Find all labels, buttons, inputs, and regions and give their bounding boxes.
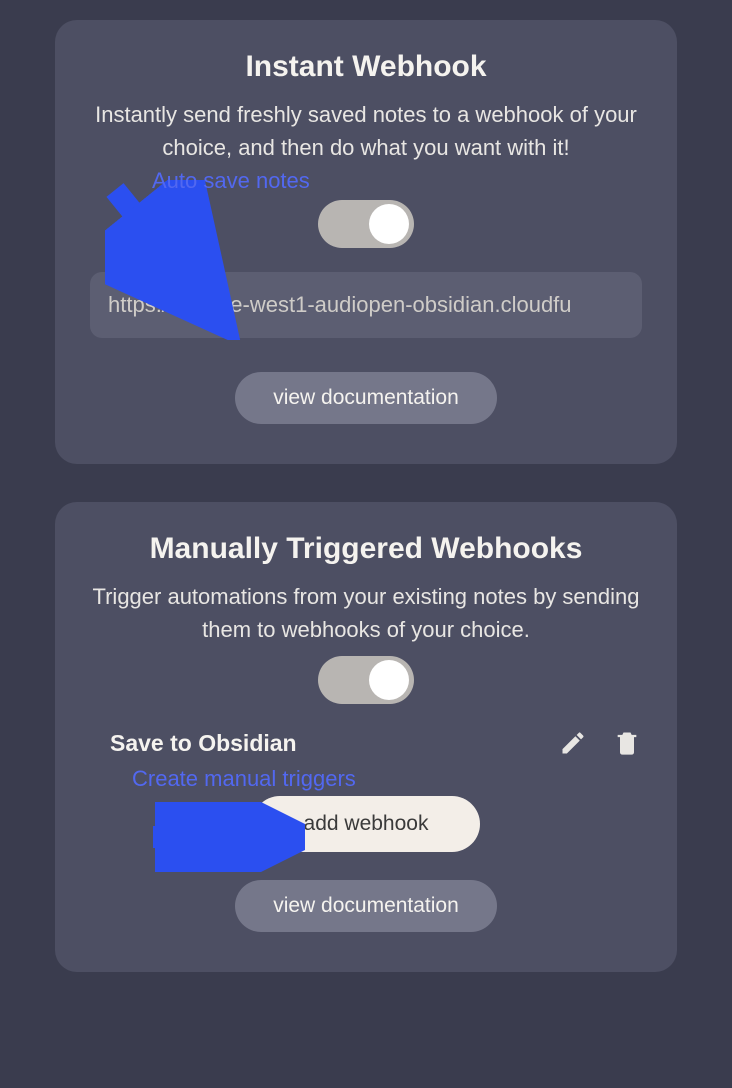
manual-title: Manually Triggered Webhooks	[90, 532, 642, 566]
toggle-knob	[369, 660, 409, 700]
manual-description: Trigger automations from your existing n…	[90, 580, 642, 646]
instant-title: Instant Webhook	[90, 50, 642, 84]
instant-webhook-card: Instant Webhook Instantly send freshly s…	[55, 20, 677, 464]
webhook-list-item: Save to Obsidian	[90, 728, 642, 758]
webhook-name: Save to Obsidian	[110, 730, 297, 757]
instant-description: Instantly send freshly saved notes to a …	[90, 98, 642, 164]
create-triggers-annotation: Create manual triggers	[90, 766, 642, 792]
edit-icon[interactable]	[558, 728, 588, 758]
webhook-actions	[558, 728, 642, 758]
instant-view-docs-button[interactable]: view documentation	[235, 372, 497, 424]
auto-save-annotation: Auto save notes	[90, 168, 642, 194]
delete-icon[interactable]	[612, 728, 642, 758]
manual-view-docs-button[interactable]: view documentation	[235, 880, 497, 932]
manual-webhooks-card: Manually Triggered Webhooks Trigger auto…	[55, 502, 677, 972]
instant-toggle[interactable]	[318, 200, 414, 248]
manual-toggle[interactable]	[318, 656, 414, 704]
toggle-knob	[369, 204, 409, 244]
